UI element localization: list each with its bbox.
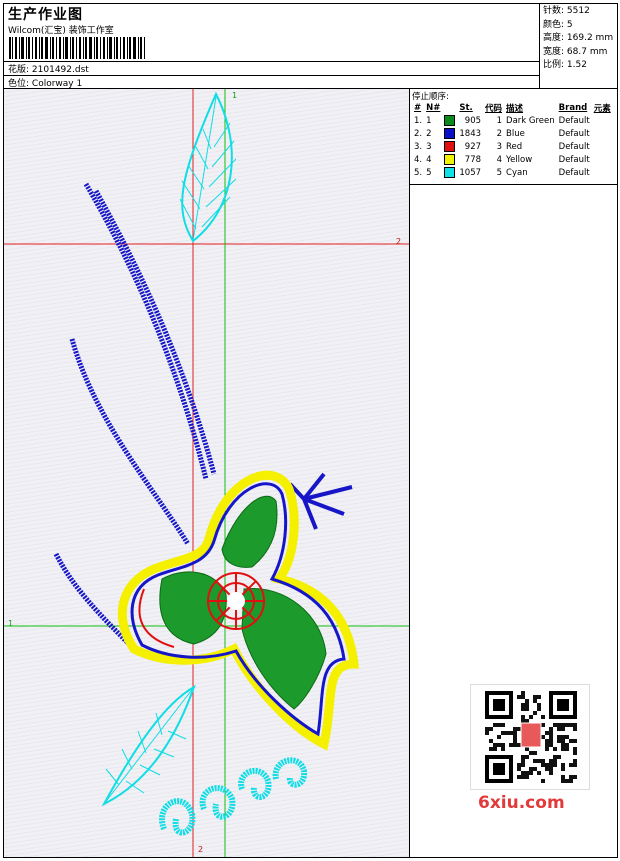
row-index: 1. [414, 115, 423, 126]
row-color-swatch [442, 153, 457, 166]
row-code: 2 [496, 128, 503, 139]
table-row: 4. 4 778 4 Yellow Default [412, 153, 613, 166]
barcode [9, 37, 145, 59]
row-color-swatch [442, 127, 457, 140]
row-index: 4. [414, 154, 423, 165]
col-n: N# [426, 102, 441, 113]
table-header-row: # N# St. 代码 描述 Brand 元素 [412, 101, 613, 114]
row-stitches: 1843 [459, 128, 482, 139]
blue-star-flower [288, 472, 353, 530]
row-code: 5 [496, 167, 503, 178]
row-stitches: 927 [464, 141, 482, 152]
qr-code [470, 684, 590, 790]
row-element [592, 153, 613, 166]
row-n: 5 [426, 167, 432, 178]
row-description: Dark Green [506, 115, 555, 126]
colorway-value: Colorway 1 [31, 79, 83, 89]
color-swatch [444, 115, 456, 126]
embroidery-design-view: 1 1 2 2 [4, 89, 410, 857]
row-brand: Default [558, 115, 590, 126]
row-n: 4 [426, 154, 432, 165]
col-element: 元素 [593, 103, 611, 114]
company-name: Wilcom(汇宝) 装饰工作室 [8, 26, 114, 36]
row-color-swatch [442, 140, 457, 153]
color-swatch [444, 167, 456, 178]
header-panel: 生产作业图 Wilcom(汇宝) 装饰工作室 花版: 2101492.dst 色… [4, 4, 540, 89]
colorway-row: 色位: Colorway 1 [8, 76, 82, 89]
row-stitches: 778 [464, 154, 482, 165]
table-row: 3. 3 927 3 Red Default [412, 140, 613, 153]
col-stitches: St. [459, 102, 473, 113]
page-title: 生产作业图 [8, 7, 83, 23]
watermark-text: 6xiu.com [478, 793, 565, 813]
row-brand: Default [558, 154, 590, 165]
design-width: 宽度: 68.7 mm [543, 46, 608, 57]
row-index: 2. [414, 128, 423, 139]
col-swatch [442, 101, 457, 114]
cyan-top-leaf [179, 91, 237, 243]
row-brand: Default [558, 141, 590, 152]
color-swatch [444, 141, 456, 152]
stop-sequence-table: # N# St. 代码 描述 Brand 元素 1. 1 905 1 Dark Gree… [412, 101, 613, 179]
design-label: 花版: [8, 65, 30, 75]
col-description: 描述 [506, 103, 524, 114]
row-index: 3. [414, 141, 423, 152]
row-code: 1 [496, 115, 503, 126]
row-element [592, 114, 613, 127]
production-sheet: 生产作业图 Wilcom(汇宝) 装饰工作室 花版: 2101492.dst 色… [3, 3, 618, 858]
cyan-bottom-leaf [101, 684, 196, 807]
color-count: 颜色: 5 [543, 19, 573, 30]
colorway-label: 色位: [8, 79, 30, 89]
row-description: Cyan [506, 167, 528, 178]
table-row: 2. 2 1843 2 Blue Default [412, 127, 613, 140]
row-description: Blue [506, 128, 525, 139]
stitch-count: 针数: 5512 [543, 6, 590, 16]
red-axis-bottom-label: 2 [198, 845, 204, 854]
design-file: 2101492.dst [31, 65, 89, 75]
row-element [592, 166, 613, 179]
cyan-swirls [159, 757, 308, 836]
table-row: 5. 5 1057 5 Cyan Default [412, 166, 613, 179]
row-stitches: 905 [464, 115, 482, 126]
stats-panel: 针数: 5512 颜色: 5 高度: 169.2 mm 宽度: 68.7 mm … [540, 4, 617, 89]
row-description: Red [506, 141, 523, 152]
green-axis-top-label: 1 [232, 91, 238, 100]
row-index: 5. [414, 167, 423, 178]
row-color-swatch [442, 166, 457, 179]
row-n: 1 [426, 115, 432, 126]
color-swatch [444, 128, 456, 139]
col-brand: Brand [558, 102, 588, 113]
row-element [592, 127, 613, 140]
col-code: 代码 [485, 103, 503, 114]
design-scale: 比例: 1.52 [543, 60, 587, 70]
red-axis-right-label: 2 [396, 237, 402, 246]
row-stitches: 1057 [459, 167, 482, 178]
row-n: 2 [426, 128, 432, 139]
row-n: 3 [426, 141, 432, 152]
green-axis-left-label: 1 [8, 619, 14, 628]
design-height: 高度: 169.2 mm [543, 33, 614, 43]
row-brand: Default [558, 167, 590, 178]
flower-center-eye [227, 592, 245, 610]
row-color-swatch [442, 114, 457, 127]
embroidery-artwork [4, 89, 409, 857]
row-code: 4 [496, 154, 503, 165]
row-code: 3 [496, 141, 503, 152]
row-description: Yellow [506, 154, 533, 165]
color-swatch [444, 154, 456, 165]
table-row: 1. 1 905 1 Dark Green Default [412, 114, 613, 127]
stop-sequence-panel: 停止顺序: # N# St. 代码 描述 Brand 元素 1. 1 905 1 Dar… [410, 89, 617, 185]
row-element [592, 140, 613, 153]
col-index: # [414, 102, 422, 113]
row-brand: Default [558, 128, 590, 139]
design-file-row: 花版: 2101492.dst [8, 62, 89, 75]
